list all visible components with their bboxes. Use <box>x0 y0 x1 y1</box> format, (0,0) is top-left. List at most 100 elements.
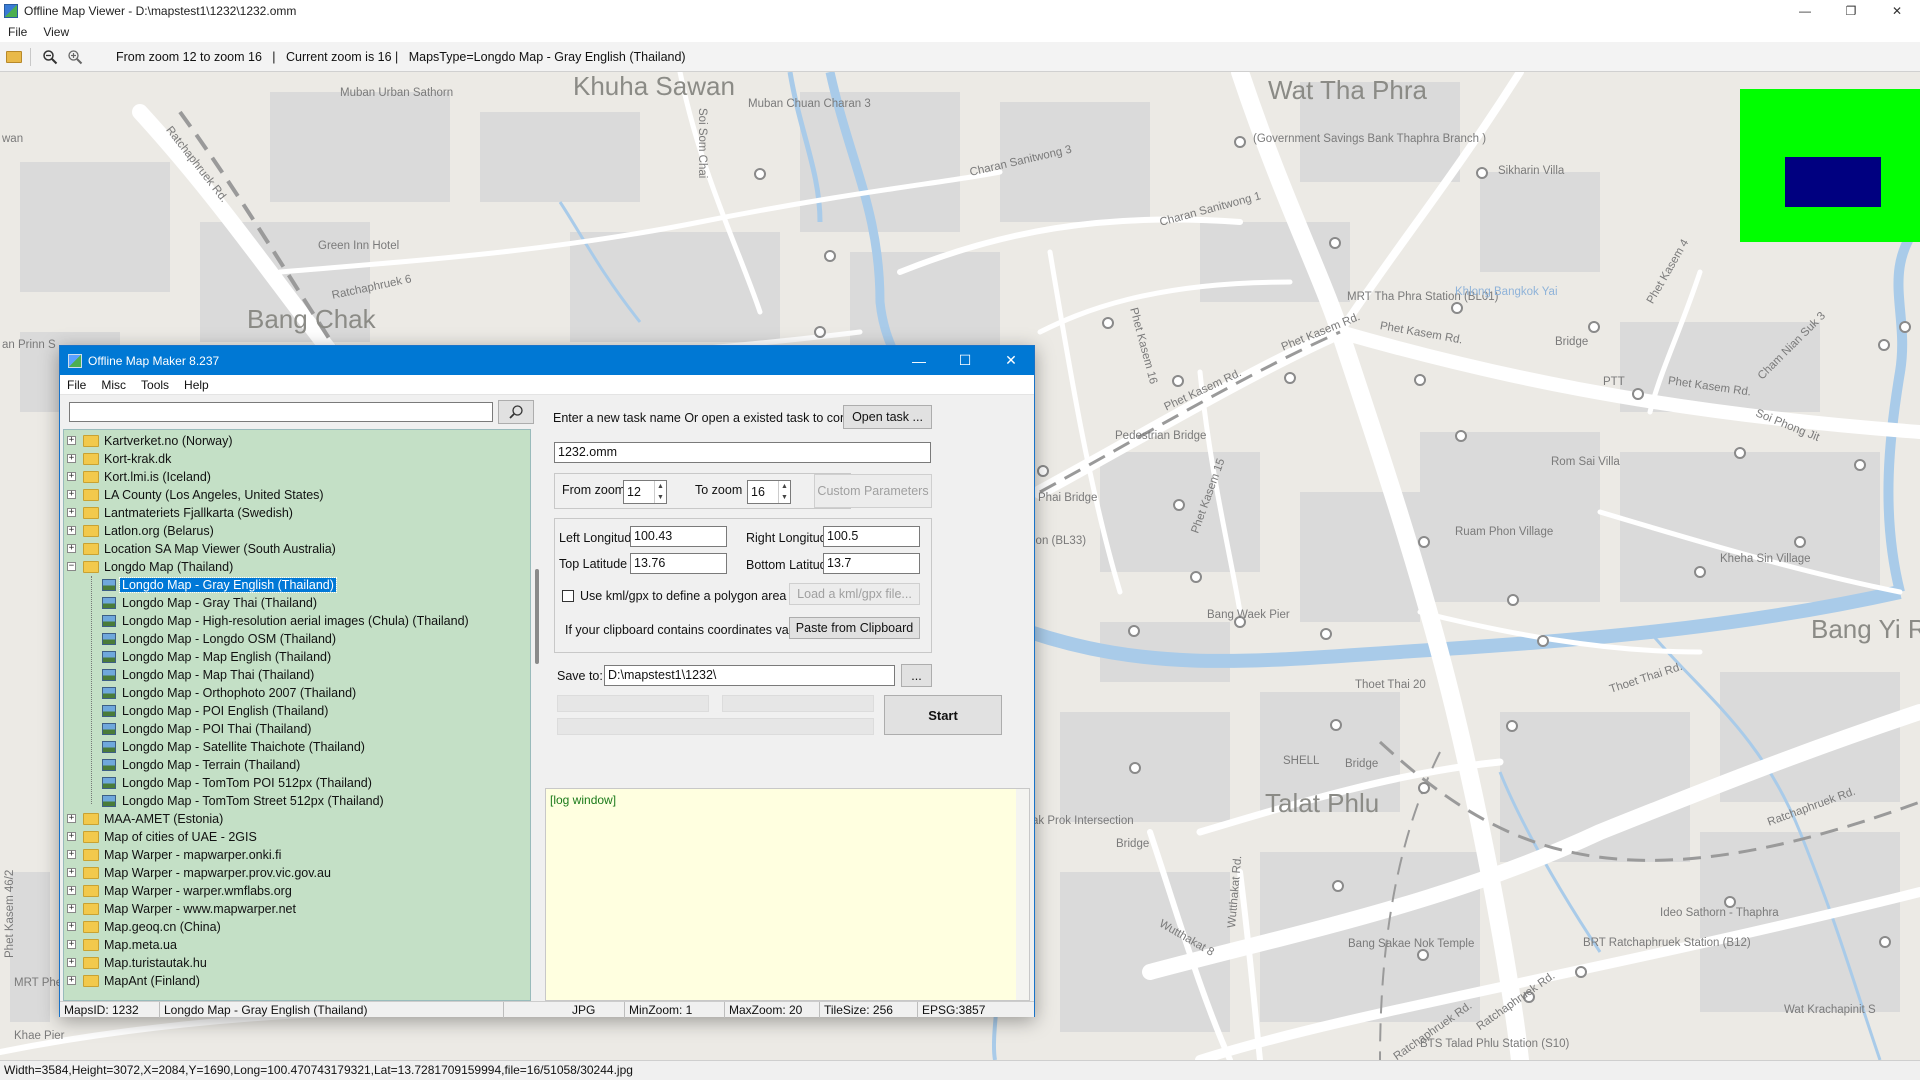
tree-map-item[interactable]: Longdo Map - Terrain (Thailand) <box>64 756 524 774</box>
tree-map-item[interactable]: Longdo Map - POI Thai (Thailand) <box>64 720 524 738</box>
paste-from-clipboard-button[interactable]: Paste from Clipboard <box>789 617 920 639</box>
dialog-maximize-button[interactable]: ☐ <box>942 346 988 375</box>
dialog-menu-tools[interactable]: Tools <box>134 378 177 392</box>
expand-icon[interactable]: + <box>67 454 76 463</box>
expand-icon[interactable]: + <box>67 940 76 949</box>
log-scrollbar[interactable] <box>1016 789 1029 1000</box>
tree-folder-item[interactable]: + MapAnt (Finland) <box>64 972 524 990</box>
tree-folder-item[interactable]: + Map.geoq.cn (China) <box>64 918 524 936</box>
save-path-input[interactable]: D:\mapstest1\1232\ <box>604 665 895 686</box>
log-window[interactable]: [log window] <box>545 788 1030 1001</box>
tree-folder-item[interactable]: + Map Warper - warper.wmflabs.org <box>64 882 524 900</box>
spinner-arrows-icon[interactable]: ▲ ▼ <box>654 481 666 503</box>
expand-icon[interactable]: + <box>67 904 76 913</box>
tree-folder-item[interactable]: + Map Warper - www.mapwarper.net <box>64 900 524 918</box>
zoom-out-icon[interactable] <box>39 46 61 68</box>
tree-map-item[interactable]: Longdo Map - TomTom Street 512px (Thaila… <box>64 792 524 810</box>
tree-folder-item[interactable]: + Location SA Map Viewer (South Australia… <box>64 540 524 558</box>
spinner-arrows-icon[interactable]: ▲ ▼ <box>778 481 790 503</box>
expand-icon[interactable]: + <box>67 544 76 553</box>
to-zoom-spinner[interactable]: 16 ▲ ▼ <box>747 480 791 504</box>
task-name-input[interactable]: 1232.omm <box>554 442 931 463</box>
dialog-close-button[interactable]: ✕ <box>988 346 1034 375</box>
open-folder-icon[interactable] <box>3 46 25 68</box>
bottom-latitude-input[interactable]: 13.7 <box>823 553 920 574</box>
use-kml-checkbox[interactable] <box>562 590 574 602</box>
tree-scrollbar-thumb[interactable] <box>535 569 539 664</box>
map-label: BRT Ratchaphruek Station (B12) <box>1583 937 1751 949</box>
expand-icon[interactable]: + <box>67 436 76 445</box>
tree-folder-item[interactable]: + Map.turistautak.hu <box>64 954 524 972</box>
folder-icon <box>83 885 99 897</box>
tree-map-item[interactable]: Longdo Map - High-resolution aerial imag… <box>64 612 524 630</box>
from-zoom-spinner[interactable]: 12 ▲ ▼ <box>623 480 667 504</box>
search-button[interactable] <box>498 400 534 424</box>
zoom-in-icon[interactable] <box>64 46 86 68</box>
tree-scrollbar[interactable] <box>533 429 541 1001</box>
tree-folder-item[interactable]: + Map Warper - mapwarper.prov.vic.gov.au <box>64 864 524 882</box>
expand-icon[interactable]: + <box>67 976 76 985</box>
browse-button[interactable]: ... <box>901 664 932 687</box>
maximize-button[interactable]: ❐ <box>1828 0 1874 22</box>
expand-icon[interactable]: + <box>67 850 76 859</box>
tree-folder-item[interactable]: + Map.meta.ua <box>64 936 524 954</box>
tree-map-item[interactable]: Longdo Map - Map Thai (Thailand) <box>64 666 524 684</box>
start-button[interactable]: Start <box>884 695 1002 735</box>
collapse-icon[interactable]: − <box>67 562 76 571</box>
top-latitude-input[interactable]: 13.76 <box>630 553 727 574</box>
clipboard-label: If your clipboard contains coordinates v… <box>565 623 816 637</box>
tree-map-item[interactable]: Longdo Map - Orthophoto 2007 (Thailand) <box>64 684 524 702</box>
overview-minimap[interactable] <box>1740 89 1920 242</box>
folder-icon <box>83 435 99 447</box>
minimize-button[interactable]: — <box>1782 0 1828 22</box>
tree-folder-item[interactable]: + Kort-krak.dk <box>64 450 524 468</box>
load-kml-button[interactable]: Load a kml/gpx file... <box>789 583 920 605</box>
expand-icon[interactable]: + <box>67 526 76 535</box>
menu-view[interactable]: View <box>35 25 77 39</box>
dialog-menu-misc[interactable]: Misc <box>94 378 134 392</box>
map-label: SHELL <box>1283 755 1320 767</box>
tree-folder-item[interactable]: − Longdo Map (Thailand) <box>64 558 524 576</box>
tree-folder-item[interactable]: + Map Warper - mapwarper.onki.fi <box>64 846 524 864</box>
right-longitude-input[interactable]: 100.5 <box>823 526 920 547</box>
tree-folder-item[interactable]: + Kartverket.no (Norway) <box>64 432 524 450</box>
custom-parameters-button[interactable]: Custom Parameters <box>814 474 932 508</box>
tree-map-item[interactable]: Longdo Map - Gray Thai (Thailand) <box>64 594 524 612</box>
expand-icon[interactable]: + <box>67 886 76 895</box>
menu-file[interactable]: File <box>0 25 35 39</box>
dialog-menu-help[interactable]: Help <box>177 378 217 392</box>
tree-folder-item[interactable]: + MAA-AMET (Estonia) <box>64 810 524 828</box>
tree-map-item[interactable]: Longdo Map - Gray English (Thailand) <box>64 576 524 594</box>
map-layer-icon <box>102 651 116 663</box>
tree-folder-item[interactable]: + Latlon.org (Belarus) <box>64 522 524 540</box>
top-latitude-label: Top Latitude <box>559 557 628 571</box>
overview-viewport-rect[interactable] <box>1785 157 1881 207</box>
tree-map-item[interactable]: Longdo Map - Longdo OSM (Thailand) <box>64 630 524 648</box>
expand-icon[interactable]: + <box>67 472 76 481</box>
expand-icon[interactable]: + <box>67 958 76 967</box>
expand-icon[interactable]: + <box>67 814 76 823</box>
dialog-menu-file[interactable]: File <box>60 378 94 392</box>
expand-icon[interactable]: + <box>67 832 76 841</box>
expand-icon[interactable]: + <box>67 508 76 517</box>
tree-map-item[interactable]: Longdo Map - TomTom POI 512px (Thailand) <box>64 774 524 792</box>
map-label: Phai Bridge <box>1038 492 1098 504</box>
left-longitude-input[interactable]: 100.43 <box>630 526 727 547</box>
map-source-search-input[interactable] <box>69 402 493 422</box>
dialog-minimize-button[interactable]: — <box>896 346 942 375</box>
tree-folder-item[interactable]: + Kort.lmi.is (Iceland) <box>64 468 524 486</box>
tree-folder-item[interactable]: + LA County (Los Angeles, United States) <box>64 486 524 504</box>
expand-icon[interactable]: + <box>67 490 76 499</box>
map-source-tree[interactable]: + Kartverket.no (Norway) + Kort-krak.dk + Kor… <box>63 429 531 1001</box>
close-button[interactable]: ✕ <box>1874 0 1920 22</box>
tree-folder-item[interactable]: + Map of cities of UAE - 2GIS <box>64 828 524 846</box>
folder-icon <box>83 543 99 555</box>
tree-map-item[interactable]: Longdo Map - POI English (Thailand) <box>64 702 524 720</box>
open-task-button[interactable]: Open task ... <box>843 405 932 429</box>
expand-icon[interactable]: + <box>67 922 76 931</box>
tree-map-item[interactable]: Longdo Map - Map English (Thailand) <box>64 648 524 666</box>
expand-icon[interactable]: + <box>67 868 76 877</box>
dialog-window-controls: — ☐ ✕ <box>896 346 1034 375</box>
tree-folder-item[interactable]: + Lantmateriets Fjallkarta (Swedish) <box>64 504 524 522</box>
tree-map-item[interactable]: Longdo Map - Satellite Thaichote (Thaila… <box>64 738 524 756</box>
